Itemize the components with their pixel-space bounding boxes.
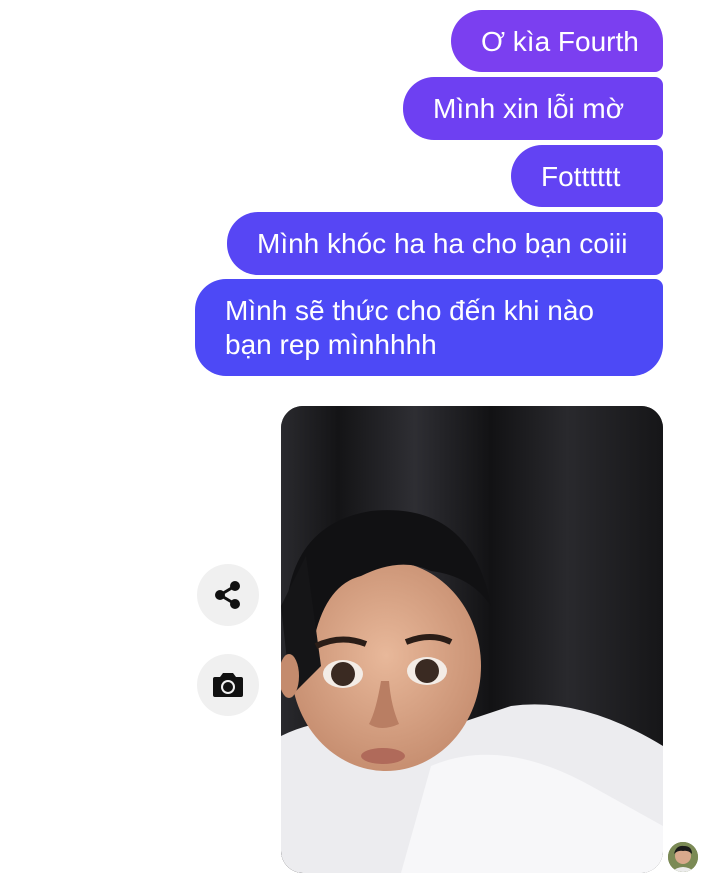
message-text: Fotttttt (541, 161, 621, 192)
photo-attachment[interactable] (281, 406, 663, 873)
share-button[interactable] (197, 564, 259, 626)
message-bubble[interactable]: Mình khóc ha ha cho bạn coiii (227, 212, 663, 275)
message-text: Ơ kìa Fourth (481, 26, 639, 57)
message-bubble[interactable]: Mình xin lỗi mờ (403, 77, 663, 140)
share-icon (215, 581, 240, 609)
avatar-image (668, 842, 698, 872)
message-text: Mình sẽ thức cho đến khi nào bạn rep mìn… (225, 295, 594, 360)
camera-button[interactable] (197, 654, 259, 716)
message-bubble[interactable]: Fotttttt (511, 145, 663, 207)
message-bubble[interactable]: Ơ kìa Fourth (451, 10, 663, 72)
message-bubble[interactable]: Mình sẽ thức cho đến khi nào bạn rep mìn… (195, 279, 663, 376)
message-text: Mình xin lỗi mờ (433, 93, 625, 124)
avatar (668, 842, 698, 872)
camera-icon (213, 673, 243, 697)
photo-image (281, 406, 663, 873)
message-text: Mình khóc ha ha cho bạn coiii (257, 228, 628, 259)
